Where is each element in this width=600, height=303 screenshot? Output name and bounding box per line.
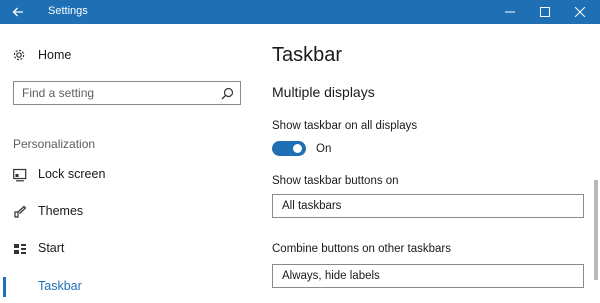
combine-label: Combine buttons on other taskbars: [272, 243, 451, 255]
back-arrow-icon: [12, 7, 23, 17]
buttons-on-dropdown[interactable]: All taskbars: [272, 194, 584, 218]
dropdown-value: All taskbars: [282, 200, 342, 212]
scrollbar[interactable]: [594, 180, 598, 280]
main-content: Taskbar Multiple displays Show taskbar o…: [250, 24, 600, 303]
back-button[interactable]: [0, 0, 36, 24]
sidebar-item-themes[interactable]: Themes: [0, 196, 250, 228]
toggle-knob: [293, 144, 302, 153]
home-label: Home: [38, 48, 72, 62]
show-on-all-toggle[interactable]: [272, 141, 306, 156]
themes-brush-icon: [14, 205, 27, 218]
dropdown-value: Always, hide labels: [282, 270, 380, 282]
sidebar-item-label: Lock screen: [38, 167, 106, 181]
buttons-on-label: Show taskbar buttons on: [272, 175, 399, 187]
lock-screen-icon: [13, 168, 27, 182]
sidebar-item-taskbar[interactable]: Taskbar: [0, 271, 250, 303]
sidebar-item-lock-screen[interactable]: Lock screen: [0, 159, 250, 191]
maximize-icon: [540, 7, 550, 17]
section-title: Multiple displays: [272, 84, 375, 100]
close-button[interactable]: [563, 0, 597, 24]
show-on-all-label: Show taskbar on all displays: [272, 120, 418, 132]
toggle-state-label: On: [316, 142, 332, 155]
window-title: Settings: [48, 5, 88, 17]
combine-dropdown[interactable]: Always, hide labels: [272, 264, 584, 288]
start-icon: [14, 244, 26, 254]
sidebar-item-home[interactable]: Home: [12, 48, 71, 62]
search-input[interactable]: [14, 82, 214, 104]
close-icon: [575, 7, 585, 17]
sidebar-item-label: Themes: [38, 204, 84, 218]
gear-icon: [13, 49, 25, 61]
show-on-all-toggle-row: On: [272, 141, 331, 156]
sidebar-item-label: Taskbar: [38, 279, 82, 293]
minimize-button[interactable]: [493, 0, 527, 24]
maximize-button[interactable]: [528, 0, 562, 24]
section-label-personalization: Personalization: [13, 137, 96, 151]
search-icon[interactable]: [221, 87, 234, 100]
sidebar: Home Personalization Lock screen Themes: [0, 24, 250, 303]
page-title: Taskbar: [272, 44, 343, 66]
title-bar: Settings: [0, 0, 600, 24]
search-box[interactable]: [13, 81, 241, 105]
sidebar-item-label: Start: [38, 241, 65, 255]
minimize-icon: [505, 11, 515, 13]
sidebar-item-start[interactable]: Start: [0, 233, 250, 265]
active-indicator: [3, 277, 6, 297]
